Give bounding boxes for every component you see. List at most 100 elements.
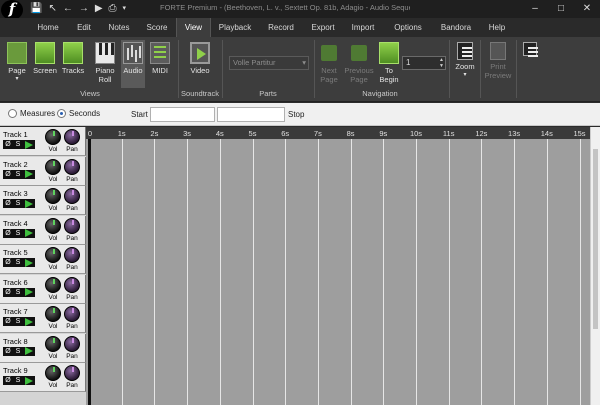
tab-notes[interactable]: Notes [101, 18, 137, 37]
mute-button[interactable]: Ø [3, 199, 13, 208]
tab-home[interactable]: Home [30, 18, 66, 37]
play-icon[interactable] [25, 317, 33, 326]
solo-button[interactable]: S [13, 140, 23, 149]
tab-export[interactable]: Export [304, 18, 342, 37]
dropdown-chevron-icon[interactable]: ▾ [123, 2, 127, 16]
tab-options[interactable]: Options [387, 18, 429, 37]
video-button[interactable]: Video [187, 42, 213, 75]
track-row[interactable]: Track 7 Ø S Vol Pan [0, 304, 86, 333]
maximize-icon[interactable]: □ [548, 0, 574, 18]
volume-knob[interactable] [45, 247, 61, 263]
pan-knob[interactable] [64, 365, 80, 381]
page-number-spinner[interactable]: 1 ▲ ▼ [402, 56, 446, 70]
track-row[interactable]: Track 9 Ø S Vol Pan [0, 363, 86, 392]
mute-button[interactable]: Ø [3, 376, 13, 385]
scrollbar-thumb[interactable] [593, 149, 598, 329]
timeline-area[interactable]: 0 1s 2s 3s 4s 5s 6s 7s 8s 9s 10s 11s 12s 13s 14s 15s [86, 127, 590, 405]
play-icon[interactable] [25, 170, 33, 178]
solo-button[interactable]: S [13, 347, 23, 356]
play-icon[interactable] [25, 376, 33, 385]
print-preview-button[interactable]: Print Preview [483, 42, 513, 80]
vertical-scrollbar[interactable] [590, 127, 600, 405]
stop-field[interactable] [217, 107, 285, 122]
track-row[interactable]: Track 3 Ø S Vol Pan [0, 186, 86, 215]
pan-knob[interactable] [64, 217, 80, 234]
play-icon[interactable] [25, 199, 33, 208]
pan-knob[interactable] [64, 335, 80, 352]
forward-arrow-icon[interactable]: → [79, 2, 89, 16]
midi-view-button[interactable]: MIDI [148, 42, 172, 75]
mute-button[interactable]: Ø [3, 317, 13, 326]
solo-button[interactable]: S [13, 258, 23, 267]
volume-knob[interactable] [45, 129, 61, 145]
minimize-icon[interactable]: – [522, 0, 548, 18]
solo-button[interactable]: S [13, 170, 23, 179]
mute-button[interactable]: Ø [3, 258, 13, 267]
screen-view-button[interactable]: Screen [32, 42, 58, 75]
next-page-button[interactable]: Next Page [316, 42, 342, 84]
pan-knob[interactable] [64, 276, 80, 293]
cursor-icon[interactable]: ↖ [48, 2, 56, 16]
pan-knob[interactable] [64, 247, 80, 263]
solo-button[interactable]: S [13, 317, 23, 326]
play-icon[interactable] [25, 140, 33, 149]
pan-knob[interactable] [64, 129, 80, 145]
mute-button[interactable]: Ø [3, 288, 13, 297]
play-icon[interactable]: ▶ [95, 2, 103, 16]
volume-knob[interactable] [45, 217, 61, 234]
track-row[interactable]: Track 5 Ø S Vol Pan [0, 245, 86, 274]
play-icon[interactable] [25, 347, 33, 355]
tab-view[interactable]: View [176, 18, 211, 37]
volume-knob[interactable] [45, 276, 61, 293]
piano-roll-button[interactable]: Piano Roll [91, 42, 119, 84]
tab-help[interactable]: Help [482, 18, 512, 37]
start-field[interactable] [150, 107, 215, 122]
save-icon[interactable]: 💾 [30, 2, 42, 16]
volume-knob[interactable] [45, 335, 61, 352]
zoom-button[interactable]: Zoom ▾ [452, 42, 478, 80]
solo-button[interactable]: S [13, 229, 23, 238]
time-ruler[interactable]: 0 1s 2s 3s 4s 5s 6s 7s 8s 9s 10s 11s 12s 13s 14s 15s [86, 127, 590, 139]
volume-knob[interactable] [45, 158, 61, 175]
volume-knob[interactable] [45, 365, 61, 381]
volume-knob[interactable] [45, 188, 61, 204]
tab-score[interactable]: Score [139, 18, 175, 37]
page-view-button[interactable]: Page ▾ [5, 42, 29, 84]
mute-button[interactable]: Ø [3, 229, 13, 238]
spinner-arrows-icon[interactable]: ▲ ▼ [439, 57, 444, 69]
track-row[interactable]: Track 8 Ø S Vol Pan [0, 333, 86, 363]
solo-button[interactable]: S [13, 199, 23, 208]
previous-page-button[interactable]: Previous Page [343, 42, 375, 84]
solo-button[interactable]: S [13, 288, 23, 297]
mute-button[interactable]: Ø [3, 140, 13, 149]
solo-button[interactable]: S [13, 376, 23, 385]
mute-button[interactable]: Ø [3, 347, 13, 356]
track-row[interactable]: Track 4 Ø S Vol Pan [0, 215, 86, 245]
pan-knob[interactable] [64, 306, 80, 322]
back-arrow-icon[interactable]: ← [63, 2, 73, 16]
parts-select[interactable]: Volle Partitur ▾ [229, 56, 309, 70]
play-icon[interactable] [25, 288, 33, 296]
tab-edit[interactable]: Edit [68, 18, 100, 37]
track-row[interactable]: Track 2 Ø S Vol Pan [0, 156, 86, 186]
mute-button[interactable]: Ø [3, 170, 13, 179]
pan-knob[interactable] [64, 188, 80, 204]
seconds-radio[interactable]: Seconds [57, 109, 100, 118]
playhead-line[interactable] [88, 139, 91, 405]
play-icon[interactable] [25, 258, 33, 267]
tab-record[interactable]: Record [261, 18, 301, 37]
track-row[interactable]: Track 1 Ø S Vol Pan [0, 127, 86, 156]
audio-view-button[interactable]: Audio [121, 40, 145, 88]
measures-radio[interactable]: Measures [8, 109, 55, 118]
volume-knob[interactable] [45, 306, 61, 322]
print-icon[interactable]: ⎙ [109, 2, 117, 16]
track-row[interactable]: Track 6 Ø S Vol Pan [0, 274, 86, 304]
ribbon-options-button[interactable] [521, 42, 539, 58]
tab-bandora[interactable]: Bandora [434, 18, 478, 37]
pan-knob[interactable] [64, 158, 80, 175]
close-icon[interactable]: ✕ [574, 0, 600, 18]
tracks-view-button[interactable]: Tracks [60, 42, 86, 75]
tab-playback[interactable]: Playback [212, 18, 258, 37]
to-begin-button[interactable]: To Begin [376, 42, 402, 84]
tab-import[interactable]: Import [344, 18, 382, 37]
